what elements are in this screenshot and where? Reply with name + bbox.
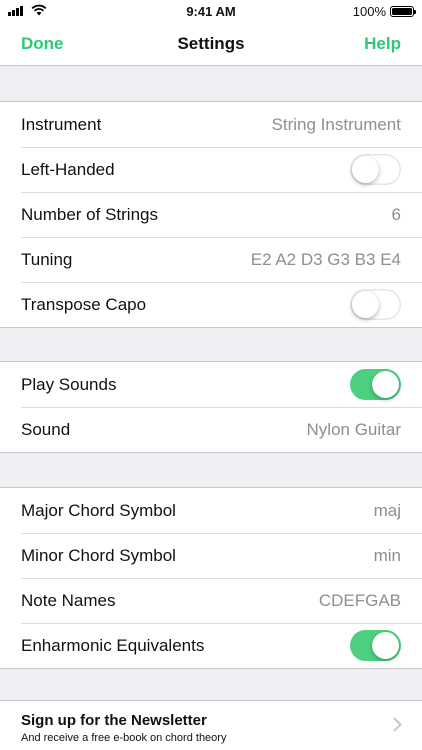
instrument-settings-section: Instrument String Instrument Left-Handed…	[0, 101, 422, 328]
transpose-capo-row: Transpose Capo	[0, 282, 422, 327]
newsletter-section: Sign up for the Newsletter And receive a…	[0, 700, 422, 750]
enharmonic-equivalents-label: Enharmonic Equivalents	[21, 636, 205, 655]
major-chord-symbol-value: maj	[373, 501, 401, 520]
tuning-value: E2 A2 D3 G3 B3 E4	[250, 250, 401, 269]
minor-chord-symbol-value: min	[373, 546, 401, 565]
newsletter-row[interactable]: Sign up for the Newsletter And receive a…	[0, 701, 422, 750]
left-handed-row: Left-Handed	[0, 147, 422, 192]
tuning-row[interactable]: Tuning E2 A2 D3 G3 B3 E4	[0, 237, 422, 282]
number-of-strings-label: Number of Strings	[21, 205, 158, 224]
play-sounds-row: Play Sounds	[0, 362, 422, 407]
transpose-capo-label: Transpose Capo	[21, 295, 147, 314]
help-button[interactable]: Help	[364, 34, 401, 54]
instrument-row[interactable]: Instrument String Instrument	[0, 102, 422, 147]
battery-percentage: 100%	[352, 4, 386, 19]
instrument-label: Instrument	[21, 115, 102, 134]
page-title: Settings	[177, 34, 245, 53]
navigation-bar: Done Settings Help	[0, 22, 422, 66]
number-of-strings-row[interactable]: Number of Strings 6	[0, 192, 422, 237]
instrument-value: String Instrument	[271, 115, 401, 134]
status-bar: 9:41 AM 100%	[0, 0, 422, 22]
sound-value: Nylon Guitar	[306, 420, 401, 439]
note-names-row[interactable]: Note Names CDEFGAB	[0, 578, 422, 623]
left-handed-toggle[interactable]	[350, 154, 401, 185]
play-sounds-label: Play Sounds	[21, 375, 117, 394]
transpose-capo-toggle[interactable]	[350, 289, 401, 320]
newsletter-subtitle: And receive a free e-book on chord theor…	[21, 732, 227, 744]
battery-icon	[390, 6, 416, 17]
newsletter-title: Sign up for the Newsletter	[21, 712, 207, 729]
left-handed-label: Left-Handed	[21, 160, 115, 179]
sound-label: Sound	[21, 420, 71, 439]
major-chord-symbol-label: Major Chord Symbol	[21, 501, 176, 520]
enharmonic-equivalents-row: Enharmonic Equivalents	[0, 623, 422, 668]
enharmonic-equivalents-toggle[interactable]	[350, 630, 401, 661]
chord-settings-section: Major Chord Symbol maj Minor Chord Symbo…	[0, 487, 422, 669]
chevron-right-icon	[393, 717, 402, 732]
number-of-strings-value: 6	[391, 205, 401, 224]
minor-chord-symbol-label: Minor Chord Symbol	[21, 546, 176, 565]
note-names-label: Note Names	[21, 591, 116, 610]
play-sounds-toggle[interactable]	[350, 369, 401, 400]
note-names-value: CDEFGAB	[318, 591, 401, 610]
sound-settings-section: Play Sounds Sound Nylon Guitar	[0, 361, 422, 453]
tuning-label: Tuning	[21, 250, 73, 269]
sound-row[interactable]: Sound Nylon Guitar	[0, 407, 422, 452]
minor-chord-symbol-row[interactable]: Minor Chord Symbol min	[0, 533, 422, 578]
major-chord-symbol-row[interactable]: Major Chord Symbol maj	[0, 488, 422, 533]
